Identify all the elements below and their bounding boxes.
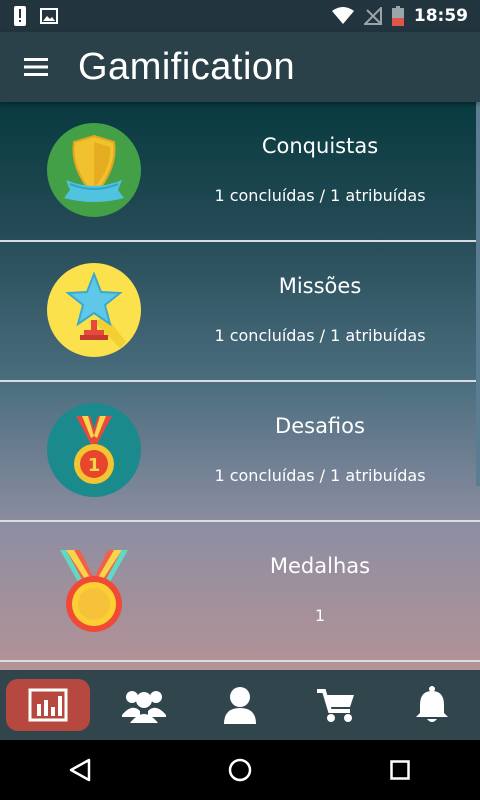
menu-button[interactable]: [14, 45, 58, 89]
shield-badge-icon: [47, 123, 141, 217]
battery-icon: [391, 6, 404, 26]
status-bar: 18:59: [0, 0, 480, 32]
bell-icon: [416, 686, 448, 722]
profile-icon: [224, 687, 256, 724]
wifi-icon: [331, 7, 354, 24]
gold-medal-icon: [60, 550, 128, 632]
recents-icon: [390, 760, 410, 780]
no-signal-icon: [363, 7, 382, 25]
item-text: Missões 1 concluídas / 1 atribuídas: [160, 242, 480, 380]
stats-chart-icon: [28, 688, 68, 722]
home-button[interactable]: [210, 745, 270, 795]
nav-notifications-button[interactable]: [390, 679, 474, 731]
alert-icon: [14, 6, 26, 26]
app-bar: Gamification: [0, 32, 480, 102]
scrollbar-thumb[interactable]: [476, 102, 480, 486]
item-subtitle: 1 concluídas / 1 atribuídas: [214, 466, 426, 485]
nav-cart-button[interactable]: [294, 679, 378, 731]
recents-button[interactable]: [370, 745, 430, 795]
list-item-missoes[interactable]: Missões 1 concluídas / 1 atribuídas: [0, 242, 480, 382]
app-root: 18:59 Gamification Conquistas 1 concluíd…: [0, 0, 480, 800]
back-button[interactable]: [50, 745, 110, 795]
item-title: Medalhas: [269, 554, 371, 578]
list-item-medalhas[interactable]: Medalhas 1: [0, 522, 480, 662]
item-text: Desafios 1 concluídas / 1 atribuídas: [160, 382, 480, 520]
nav-profile-button[interactable]: [198, 679, 282, 731]
status-time: 18:59: [413, 6, 468, 26]
hamburger-menu-icon: [24, 58, 48, 76]
nav-stats-button[interactable]: [6, 679, 90, 731]
bottom-navigation: [0, 670, 480, 740]
group-icon: [122, 691, 166, 723]
status-right-icons: 18:59: [331, 6, 480, 26]
app-logo: Gamification: [78, 46, 295, 89]
system-navigation: [0, 740, 480, 800]
item-text: Medalhas 1: [160, 522, 480, 660]
item-subtitle: 1 concluídas / 1 atribuídas: [214, 326, 426, 345]
list-item-conquistas[interactable]: Conquistas 1 concluídas / 1 atribuídas: [0, 102, 480, 242]
item-title: Conquistas: [261, 134, 379, 158]
item-subtitle: 1 concluídas / 1 atribuídas: [214, 186, 426, 205]
star-trophy-icon: [47, 263, 141, 357]
status-left-icons: [0, 6, 58, 26]
item-subtitle: 1: [314, 606, 326, 625]
category-list: Conquistas 1 concluídas / 1 atribuídas M…: [0, 102, 480, 670]
app-title: Gamification: [78, 45, 296, 88]
item-title: Missões: [278, 274, 362, 298]
image-icon: [40, 8, 58, 24]
item-text: Conquistas 1 concluídas / 1 atribuídas: [160, 102, 480, 240]
back-icon: [69, 758, 91, 782]
home-icon: [228, 758, 252, 782]
nav-group-button[interactable]: [102, 679, 186, 731]
medal-number: 1: [88, 455, 101, 476]
item-title: Desafios: [275, 414, 365, 438]
cart-icon: [317, 689, 354, 722]
list-item-desafios[interactable]: 1 Desafios 1 concluídas / 1 atribuídas: [0, 382, 480, 522]
medal-number-icon: 1: [47, 403, 141, 497]
